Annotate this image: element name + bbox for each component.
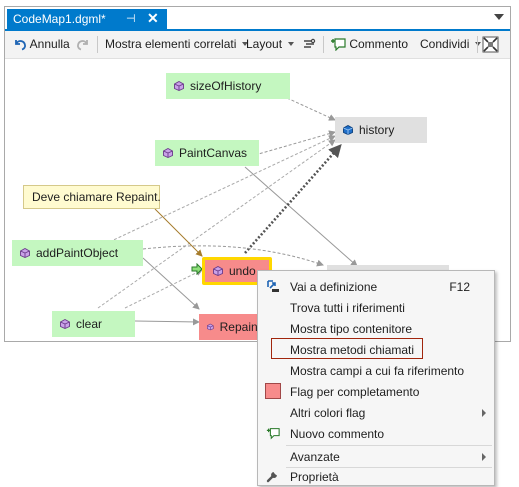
- comment-node[interactable]: Deve chiamare Repaint.: [23, 185, 161, 209]
- menu-item-go-to-definition[interactable]: Vai a definizione F12: [258, 276, 494, 297]
- tab-overflow-dropdown-icon[interactable]: [494, 14, 504, 20]
- tab-codemap1[interactable]: CodeMap1.dgml* ⊣ ✕: [7, 9, 167, 31]
- menu-item-label: Mostra campi a cui fa riferimento: [290, 364, 465, 378]
- share-label: Condividi: [420, 37, 470, 51]
- comment-connector: [154, 208, 203, 257]
- wrench-icon: [266, 472, 277, 483]
- node-label: Repaint: [219, 320, 261, 334]
- undo-icon: [15, 40, 26, 51]
- submenu-arrow-icon: [482, 453, 486, 461]
- menu-item-shortcut: F12: [449, 280, 470, 294]
- menu-item-other-flag-colors[interactable]: Altri colori flag: [258, 402, 494, 423]
- menu-item-new-comment[interactable]: Nuovo commento: [258, 423, 494, 444]
- toolbar: Annulla Mostra elementi correlati Layout: [5, 31, 510, 59]
- edge-clear-repaint: [134, 318, 200, 326]
- method-icon: [60, 319, 70, 329]
- comment-text: Deve chiamare Repaint.: [32, 190, 161, 204]
- toolbar-separator: [477, 36, 478, 53]
- context-menu: Vai a definizione F12 Trova tutti i rife…: [257, 270, 495, 486]
- node-label: addPaintObject: [36, 246, 119, 260]
- pin-icon[interactable]: ⊣: [126, 12, 136, 25]
- submenu-arrow-icon: [482, 409, 486, 417]
- menu-item-label: Mostra tipo contenitore: [290, 322, 413, 336]
- method-icon: [20, 248, 30, 258]
- tab-title: CodeMap1.dgml*: [13, 12, 106, 26]
- flag-color-icon: [265, 383, 281, 399]
- menu-item-label: Avanzate: [290, 450, 340, 464]
- field-icon: [343, 125, 353, 135]
- method-icon: [213, 266, 223, 276]
- node-label: PaintCanvas: [179, 146, 248, 160]
- filter-button[interactable]: [302, 37, 316, 51]
- document-tab-strip: CodeMap1.dgml* ⊣ ✕: [5, 7, 510, 31]
- menu-item-label: Proprietà: [290, 470, 339, 484]
- node-paintcanvas[interactable]: PaintCanvas: [155, 140, 259, 166]
- node-label: undo: [229, 264, 256, 278]
- edge-paintcanvas-history: [254, 130, 336, 156]
- menu-item-label: Vai a definizione: [290, 280, 378, 294]
- menu-item-find-all-references[interactable]: Trova tutti i riferimenti: [258, 297, 494, 318]
- undo-label: Annulla: [29, 37, 70, 51]
- method-icon: [174, 81, 184, 91]
- toolbar-separator: [323, 36, 324, 53]
- menu-item-flag-for-follow-up[interactable]: Flag per completamento: [258, 381, 494, 402]
- comment-label: Commento: [349, 37, 409, 51]
- menu-item-label: Flag per completamento: [290, 385, 420, 399]
- node-label: clear: [76, 317, 103, 331]
- show-related-label: Mostra elementi correlati: [105, 37, 237, 51]
- edge-undo-history: [244, 144, 342, 254]
- menu-item-label: Nuovo commento: [290, 427, 385, 441]
- chevron-down-icon: [288, 42, 295, 46]
- close-icon[interactable]: ✕: [147, 10, 159, 27]
- comment-icon: [331, 38, 346, 52]
- edge-paintcanvas-canvas: [244, 166, 358, 267]
- go-to-definition-icon: [267, 280, 279, 292]
- node-history[interactable]: history: [335, 117, 427, 143]
- new-comment-icon: [266, 428, 280, 440]
- layout-label: Layout: [246, 37, 283, 51]
- highlight-box: [271, 338, 423, 359]
- show-related-dropdown[interactable]: Mostra elementi correlati: [105, 37, 249, 51]
- menu-item-label: Altri colori flag: [290, 406, 366, 420]
- edge-sizeofhistory-history: [286, 97, 336, 121]
- undo-button[interactable]: Annulla: [13, 37, 70, 51]
- node-sizeofhistory[interactable]: sizeOfHistory: [166, 73, 290, 99]
- menu-item-properties[interactable]: Proprietà: [258, 466, 494, 487]
- layout-dropdown[interactable]: Layout: [246, 37, 295, 51]
- redo-icon: [77, 40, 88, 51]
- fit-to-window-button[interactable]: [482, 36, 499, 56]
- share-dropdown[interactable]: Condividi: [420, 37, 482, 51]
- fit-to-window-icon: [482, 36, 499, 53]
- redo-button[interactable]: [76, 37, 90, 51]
- menu-item-label: Trova tutti i riferimenti: [290, 301, 405, 315]
- comment-button[interactable]: Commento: [330, 37, 409, 52]
- toolbar-separator: [97, 36, 98, 53]
- filter-icon: [304, 38, 316, 48]
- menu-item-show-referenced-fields[interactable]: Mostra campi a cui fa riferimento: [258, 360, 494, 381]
- node-clear[interactable]: clear: [52, 311, 135, 337]
- node-addpaintobject[interactable]: addPaintObject: [12, 240, 143, 266]
- edge-clear-undo: [124, 269, 203, 309]
- menu-item-show-containing-type[interactable]: Mostra tipo contenitore: [258, 318, 494, 339]
- menu-item-advanced[interactable]: Avanzate: [258, 446, 494, 467]
- method-icon: [163, 148, 173, 158]
- node-label: sizeOfHistory: [190, 79, 262, 93]
- method-icon: [207, 323, 214, 331]
- node-label: history: [359, 123, 395, 137]
